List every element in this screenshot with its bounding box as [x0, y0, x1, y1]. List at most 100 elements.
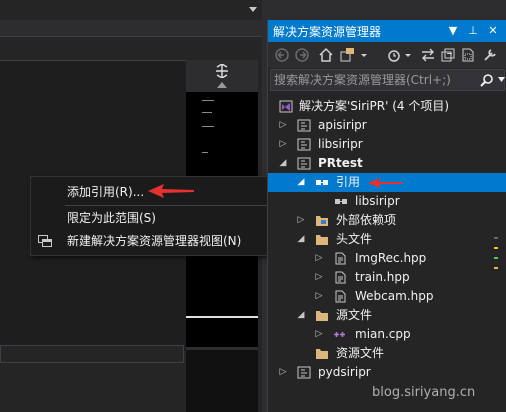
cpp-file-icon [334, 332, 345, 337]
tree-node-project-libsiripr[interactable]: ▷ libsiripr [268, 135, 506, 154]
search-options-dropdown-icon[interactable] [498, 77, 505, 82]
close-icon[interactable]: ✕ [486, 24, 500, 38]
header-file-icon [335, 290, 346, 303]
scroll-marker [494, 247, 498, 249]
map-line [202, 112, 212, 113]
menu-item-label: 限定为此范围(S) [67, 211, 156, 225]
tree-node-file-imgrec-hpp[interactable]: ▷ ImgRec.hpp [268, 249, 506, 268]
tree-node-label: libsiripr [318, 137, 363, 151]
menu-separator [65, 205, 301, 206]
expand-arrow-icon[interactable]: ▷ [314, 249, 324, 268]
expand-arrow-icon[interactable]: ▷ [278, 363, 288, 382]
collapse-all-icon[interactable] [440, 47, 456, 63]
tree-node-solution[interactable]: 解决方案'SiriPR' (4 个项目) [268, 97, 506, 116]
tree-node-source-files[interactable]: ◢ 源文件 [268, 306, 506, 325]
menu-item-label: 新建解决方案资源管理器视图(N) [67, 234, 242, 248]
sync-with-active-document-icon[interactable] [420, 47, 436, 63]
map-viewport-marker [186, 316, 258, 318]
expand-arrow-icon[interactable]: ▷ [278, 116, 288, 135]
tree-node-file-mian-cpp[interactable]: ▷ mian.cpp [268, 325, 506, 344]
cpp-project-icon [297, 138, 311, 151]
tree-node-label: ImgRec.hpp [355, 251, 427, 265]
collapse-arrow-icon[interactable]: ◢ [296, 173, 306, 192]
folder-icon [316, 311, 328, 321]
solution-explorer-title-bar: 解决方案资源管理器 ▼ ⊥ ✕ [268, 20, 506, 42]
tree-node-resource-files[interactable]: 资源文件 [268, 344, 506, 363]
tree-node-label: train.hpp [355, 270, 410, 284]
cpp-project-icon [297, 157, 311, 170]
map-line [202, 100, 214, 101]
tree-node-label: Webcam.hpp [355, 289, 434, 303]
forward-icon[interactable] [294, 47, 310, 63]
show-all-files-icon[interactable] [460, 47, 476, 63]
collapse-arrow-icon[interactable]: ◢ [296, 306, 306, 325]
filter-dropdown-icon[interactable] [404, 47, 412, 63]
expand-arrow-icon[interactable]: ▷ [314, 325, 324, 344]
expand-arrow-icon[interactable]: ▷ [314, 287, 324, 306]
tree-node-label: 资源文件 [336, 346, 385, 360]
tree-node-external-dependencies[interactable]: ▷ 外部依赖项 [268, 211, 506, 230]
tree-node-label: 引用 [336, 175, 361, 189]
watermark-text: blog.siriyang.cn [372, 385, 476, 400]
header-file-icon [335, 271, 346, 284]
scroll-marker [494, 267, 498, 269]
collapse-arrow-icon[interactable]: ◢ [296, 230, 306, 249]
tree-node-label: pydsiripr [318, 365, 371, 379]
tree-node-file-train-hpp[interactable]: ▷ train.hpp [268, 268, 506, 287]
switch-views-icon[interactable] [340, 47, 356, 63]
panel-title: 解决方案资源管理器 [273, 25, 382, 39]
collapse-arrow-icon[interactable]: ◢ [278, 154, 288, 173]
map-line [202, 126, 214, 127]
pending-changes-filter-icon[interactable] [386, 47, 402, 63]
editor-tab-strip [0, 7, 262, 37]
tree-node-label: PRtest [318, 156, 363, 170]
cpp-project-icon [297, 119, 311, 132]
window-position-dropdown-icon[interactable]: ▼ [446, 24, 460, 38]
tree-node-reference-libsiripr[interactable]: libsiripr [268, 192, 506, 211]
menu-item-label: 添加引用(R)... [67, 185, 145, 199]
pin-icon[interactable]: ⊥ [466, 24, 480, 38]
tree-node-file-webcam-hpp[interactable]: ▷ Webcam.hpp [268, 287, 506, 306]
switch-views-dropdown-icon[interactable] [360, 47, 368, 63]
expand-arrow-icon[interactable]: ▷ [296, 211, 306, 230]
search-icon[interactable] [480, 73, 494, 87]
new-view-icon [38, 235, 52, 247]
scroll-up-icon[interactable] [217, 82, 227, 88]
tree-node-label: apisiripr [318, 118, 367, 132]
annotation-arrow-icon [368, 178, 402, 188]
search-input[interactable] [274, 70, 474, 90]
annotation-arrow-icon [148, 184, 194, 198]
solution-explorer-toolbar [268, 42, 506, 68]
cpp-project-icon [297, 366, 311, 379]
tree-node-label: libsiripr [355, 194, 400, 208]
search-field[interactable] [270, 69, 505, 91]
menu-item-scope-to-this[interactable]: 限定为此范围(S) [31, 207, 305, 229]
folder-icon [316, 235, 328, 245]
scrollbar-markers [494, 237, 498, 277]
properties-wrench-icon[interactable] [482, 47, 498, 63]
tree-node-references[interactable]: ◢ 引用 [268, 173, 506, 192]
menu-item-new-explorer-view[interactable]: 新建解决方案资源管理器视图(N) [31, 230, 305, 252]
expand-arrow-icon[interactable]: ▷ [314, 268, 324, 287]
tree-node-project-apisiripr[interactable]: ▷ apisiripr [268, 116, 506, 135]
back-icon[interactable] [274, 47, 290, 63]
scroll-marker [494, 237, 498, 239]
split-window-icon[interactable] [214, 64, 230, 78]
external-deps-icon [316, 216, 328, 226]
map-lower-region [186, 350, 258, 412]
folder-icon [316, 349, 328, 359]
tree-node-label: 解决方案'SiriPR' (4 个项目) [299, 99, 450, 113]
tree-node-header-files[interactable]: ◢ 头文件 [268, 230, 506, 249]
tree-node-project-prtest[interactable]: ◢ PRtest [268, 154, 506, 173]
tab-list-dropdown-icon[interactable] [248, 4, 258, 14]
tree-node-project-pydsiripr[interactable]: ▷ pydsiripr [268, 363, 506, 382]
tree-node-label: 头文件 [336, 232, 373, 246]
reference-icon [335, 199, 347, 204]
map-line [202, 152, 208, 153]
home-icon[interactable] [318, 47, 334, 63]
editor-bottom-bar [0, 345, 184, 363]
solution-explorer-panel: 解决方案资源管理器 ▼ ⊥ ✕ 搜索解决方案资源管理器(Ctrl+;) 解决方案… [267, 20, 506, 412]
expand-arrow-icon[interactable]: ▷ [278, 135, 288, 154]
references-icon [316, 180, 328, 185]
header-file-icon [335, 252, 346, 265]
